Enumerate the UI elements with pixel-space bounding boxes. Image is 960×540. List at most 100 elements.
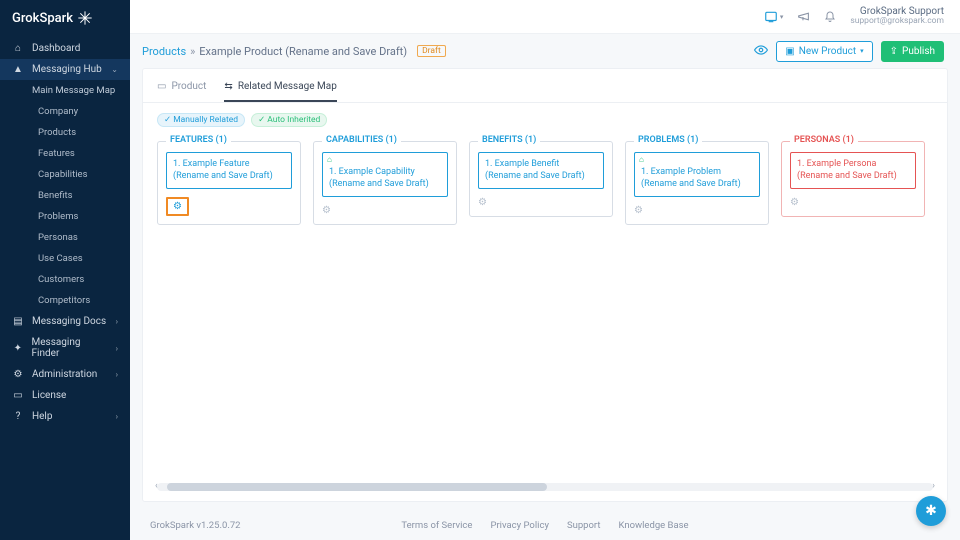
brand-name: GrokSpark	[12, 11, 73, 26]
sidebar-item-products[interactable]: Products	[0, 122, 130, 143]
card-problem[interactable]: ⌂1. Example Problem (Rename and Save Dra…	[634, 152, 760, 197]
column-title: PERSONAS (1)	[790, 135, 858, 145]
bell-icon[interactable]	[824, 11, 836, 23]
user-email: support@grokspark.com	[850, 17, 944, 27]
brand-logo[interactable]: GrokSpark	[0, 0, 130, 38]
spark-icon: ✱	[925, 503, 937, 519]
chevron-down-icon: ⌄	[111, 65, 118, 74]
chat-fab[interactable]: ✱	[916, 496, 946, 526]
map-icon: ⇆	[224, 81, 232, 92]
sidebar-item-features[interactable]: Features	[0, 143, 130, 164]
footer-link-tos[interactable]: Terms of Service	[401, 520, 472, 531]
main-area: ▾ GrokSpark Support support@grokspark.co…	[130, 0, 960, 540]
sidebar-item-use-cases[interactable]: Use Cases	[0, 248, 130, 269]
help-icon: ?	[12, 411, 24, 422]
breadcrumb-current: Example Product (Rename and Save Draft)	[199, 45, 407, 58]
breadcrumb: Products » Example Product (Rename and S…	[142, 45, 446, 58]
scroll-right-icon[interactable]: ›	[932, 481, 935, 491]
sidebar-item-personas[interactable]: Personas	[0, 227, 130, 248]
content-panel: ▭Product ⇆Related Message Map ✓ Manually…	[142, 68, 948, 502]
scroll-left-icon[interactable]: ‹	[155, 481, 158, 491]
card-benefit[interactable]: 1. Example Benefit (Rename and Save Draf…	[478, 152, 604, 189]
card-persona[interactable]: 1. Example Persona (Rename and Save Draf…	[790, 152, 916, 189]
settings-icon[interactable]: ⚙	[166, 197, 189, 216]
product-icon: ▭	[157, 81, 166, 92]
tour-icon[interactable]: ▾	[764, 10, 784, 24]
column-title: PROBLEMS (1)	[634, 135, 702, 145]
chevron-right-icon: ›	[116, 412, 118, 421]
new-product-button[interactable]: ▣New Product▾	[776, 41, 872, 62]
publish-icon: ⇪	[890, 46, 898, 57]
sidebar-item-messaging-hub[interactable]: ▲Messaging Hub⌄	[0, 59, 130, 80]
home-icon: ⌂	[12, 43, 24, 54]
settings-icon[interactable]: ⚙	[790, 197, 799, 208]
preview-icon[interactable]	[754, 43, 768, 60]
chevron-right-icon: ›	[116, 344, 118, 353]
settings-icon[interactable]: ⚙	[634, 205, 643, 216]
tab-related-message-map[interactable]: ⇆Related Message Map	[224, 81, 336, 102]
plus-icon: ▣	[785, 46, 794, 57]
tag-icon: ⌂	[639, 155, 644, 165]
hub-icon: ▲	[12, 64, 24, 75]
breadcrumb-root[interactable]: Products	[142, 45, 186, 58]
topbar: ▾ GrokSpark Support support@grokspark.co…	[130, 0, 960, 34]
column-title: CAPABILITIES (1)	[322, 135, 401, 145]
column-capabilities: CAPABILITIES (1) ⌂1. Example Capability …	[313, 141, 457, 225]
announce-icon[interactable]	[797, 10, 810, 23]
sidebar-item-customers[interactable]: Customers	[0, 269, 130, 290]
sidebar-item-problems[interactable]: Problems	[0, 206, 130, 227]
caret-down-icon: ▾	[860, 47, 864, 55]
caret-down-icon: ▾	[780, 13, 784, 21]
sidebar-item-help[interactable]: ?Help›	[0, 406, 130, 427]
license-icon: ▭	[12, 390, 24, 401]
page-actions: ▣New Product▾ ⇪Publish	[754, 41, 944, 62]
version-label: GrokSpark v1.25.0.72	[150, 520, 241, 531]
spark-icon	[77, 10, 93, 26]
user-menu[interactable]: GrokSpark Support support@grokspark.com	[850, 6, 944, 27]
sidebar-item-messaging-docs[interactable]: ▤Messaging Docs›	[0, 311, 130, 332]
tab-product[interactable]: ▭Product	[157, 81, 206, 102]
card-capability[interactable]: ⌂1. Example Capability (Rename and Save …	[322, 152, 448, 197]
tag-icon: ⌂	[327, 155, 332, 165]
sidebar-item-messaging-finder[interactable]: ✦Messaging Finder›	[0, 332, 130, 364]
sidebar-item-company[interactable]: Company	[0, 101, 130, 122]
footer-links: Terms of Service Privacy Policy Support …	[401, 520, 688, 531]
sidebar-item-license[interactable]: ▭License	[0, 385, 130, 406]
sidebar-item-main-message-map[interactable]: Main Message Map	[0, 80, 130, 101]
sidebar-item-benefits[interactable]: Benefits	[0, 185, 130, 206]
finder-icon: ✦	[12, 343, 24, 354]
horizontal-scrollbar[interactable]: ‹ ›	[157, 483, 933, 491]
column-personas: PERSONAS (1) 1. Example Persona (Rename …	[781, 141, 925, 217]
scrollbar-thumb[interactable]	[167, 483, 547, 491]
footer-link-privacy[interactable]: Privacy Policy	[490, 520, 548, 531]
chip-auto-inherited: ✓ Auto Inherited	[251, 113, 327, 127]
footer-link-kb[interactable]: Knowledge Base	[618, 520, 688, 531]
publish-button[interactable]: ⇪Publish	[881, 41, 944, 62]
columns-row[interactable]: FEATURES (1) 1. Example Feature (Rename …	[143, 127, 947, 483]
docs-icon: ▤	[12, 316, 24, 327]
sidebar-item-administration[interactable]: ⚙Administration›	[0, 364, 130, 385]
sidebar-item-dashboard[interactable]: ⌂Dashboard	[0, 38, 130, 59]
column-title: FEATURES (1)	[166, 135, 231, 145]
sidebar-item-capabilities[interactable]: Capabilities	[0, 164, 130, 185]
column-problems: PROBLEMS (1) ⌂1. Example Problem (Rename…	[625, 141, 769, 225]
card-feature[interactable]: 1. Example Feature (Rename and Save Draf…	[166, 152, 292, 189]
chevron-right-icon: ›	[116, 317, 118, 326]
legend-chips: ✓ Manually Related ✓ Auto Inherited	[143, 103, 947, 127]
sidebar-item-competitors[interactable]: Competitors	[0, 290, 130, 311]
admin-icon: ⚙	[12, 369, 24, 380]
sidebar: GrokSpark ⌂Dashboard ▲Messaging Hub⌄ Mai…	[0, 0, 130, 540]
breadcrumb-sep: »	[190, 45, 195, 58]
sidebar-nav: ⌂Dashboard ▲Messaging Hub⌄ Main Message …	[0, 38, 130, 540]
breadcrumb-bar: Products » Example Product (Rename and S…	[130, 34, 960, 68]
footer-link-support[interactable]: Support	[567, 520, 601, 531]
draft-badge: Draft	[417, 45, 446, 57]
footer: GrokSpark v1.25.0.72 Terms of Service Pr…	[130, 510, 960, 540]
chip-manually-related: ✓ Manually Related	[157, 113, 245, 127]
settings-icon[interactable]: ⚙	[478, 197, 487, 208]
chevron-right-icon: ›	[116, 370, 118, 379]
settings-icon[interactable]: ⚙	[322, 205, 331, 216]
tabs: ▭Product ⇆Related Message Map	[143, 69, 947, 103]
column-title: BENEFITS (1)	[478, 135, 540, 145]
column-benefits: BENEFITS (1) 1. Example Benefit (Rename …	[469, 141, 613, 217]
